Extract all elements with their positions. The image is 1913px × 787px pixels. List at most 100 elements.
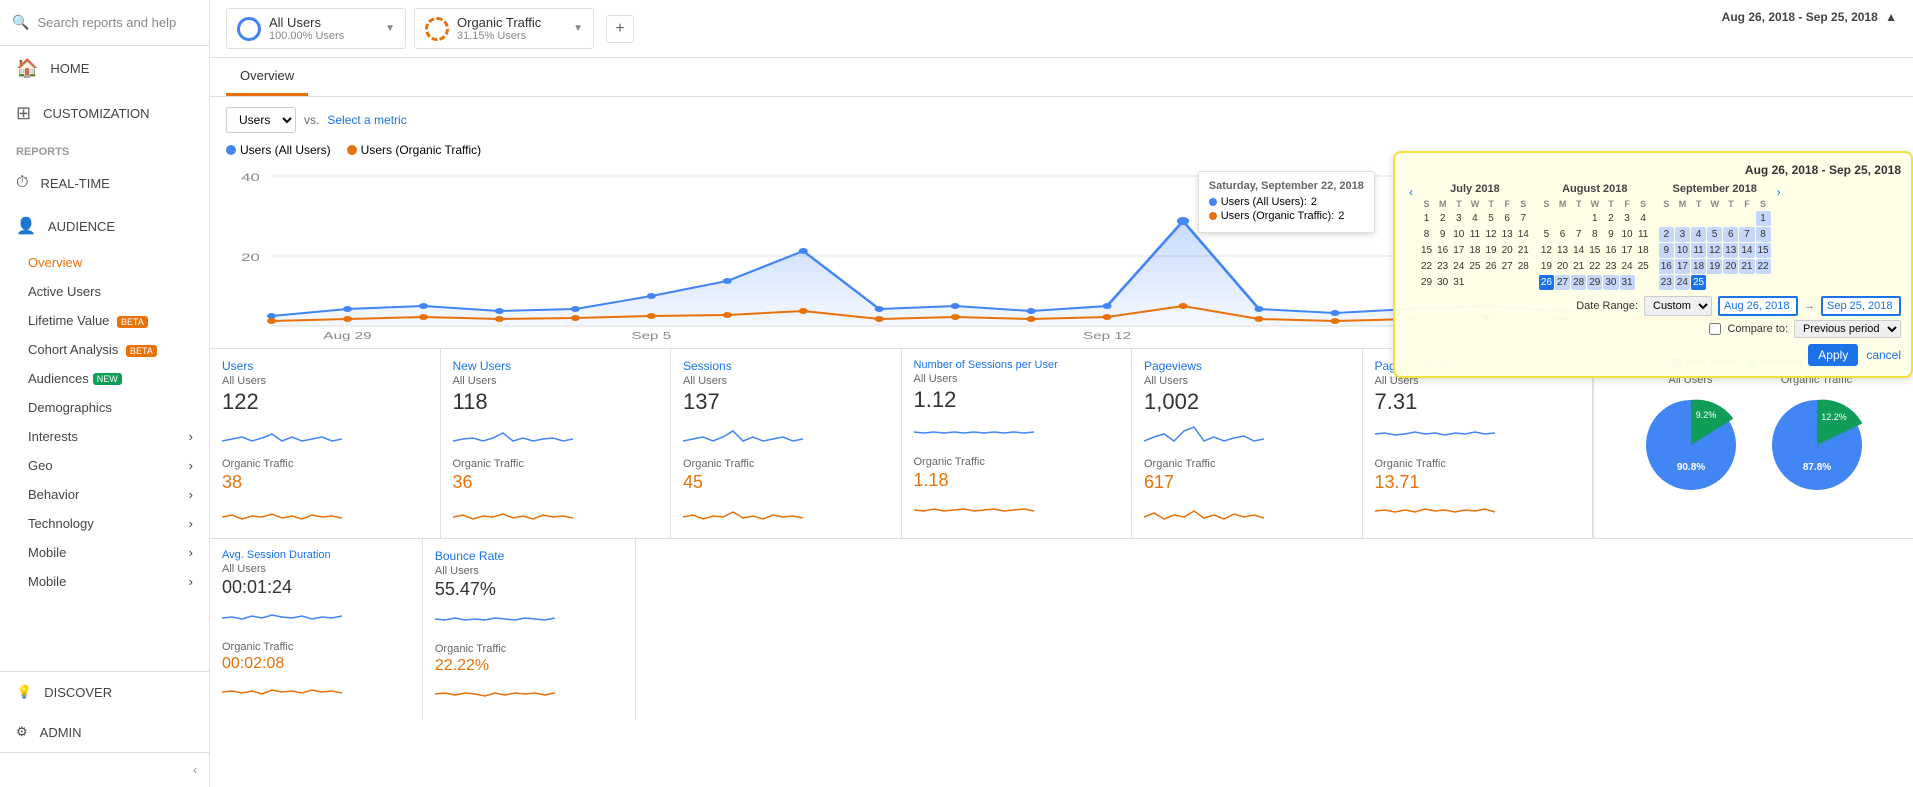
sidebar-item-active-users[interactable]: Active Users bbox=[0, 277, 209, 306]
tab-overview[interactable]: Overview bbox=[226, 58, 308, 96]
all-users-segment[interactable]: All Users 100.00% Users ▼ bbox=[226, 8, 406, 49]
sidebar-item-user-explorer[interactable]: Demographics bbox=[0, 393, 209, 422]
bounce-organic-sparkline bbox=[435, 679, 555, 707]
sidebar-item-behavior[interactable]: Technology › bbox=[0, 509, 209, 538]
all-users-name: All Users bbox=[269, 15, 344, 30]
bounce-all-sparkline bbox=[435, 604, 555, 634]
ps-all-sparkline bbox=[1375, 419, 1495, 449]
stat-sessions-per-user: Number of Sessions per User All Users 1.… bbox=[902, 349, 1133, 538]
cal-prev-button[interactable]: ‹ bbox=[1405, 183, 1417, 201]
sidebar-item-customization[interactable]: ⊞ CUSTOMIZATION bbox=[0, 91, 209, 136]
admin-label: ADMIN bbox=[40, 725, 82, 740]
legend-dot-orange bbox=[347, 145, 357, 155]
apply-row: Apply cancel bbox=[1405, 344, 1901, 366]
calendar-september: September 2018 SMTWTFS 1 2345678 9101112… bbox=[1659, 183, 1771, 290]
tooltip-value-2: 2 bbox=[1338, 210, 1344, 222]
stat-sessions: Sessions All Users 137 Organic Traffic 4… bbox=[671, 349, 902, 538]
new-users-all-value: 118 bbox=[453, 389, 659, 415]
sessions-label[interactable]: Sessions bbox=[683, 359, 889, 373]
chevron-right-icon: › bbox=[189, 516, 193, 531]
september-days: 1 2345678 9101112131415 16171819202122 2… bbox=[1659, 211, 1771, 290]
tooltip-row-1: Users (All Users): 2 bbox=[1209, 196, 1364, 208]
sidebar-item-lifetime-value[interactable]: Lifetime Value BETA bbox=[0, 306, 209, 335]
sidebar-item-discover[interactable]: 💡 DISCOVER bbox=[0, 671, 209, 712]
stat-pageviews: Pageviews All Users 1,002 Organic Traffi… bbox=[1132, 349, 1363, 538]
organic-traffic-sub: 31.15% Users bbox=[457, 30, 541, 42]
all-users-sub: 100.00% Users bbox=[269, 30, 344, 42]
reports-section-label: Reports bbox=[0, 136, 209, 162]
sidebar-item-technology[interactable]: Mobile › bbox=[0, 538, 209, 567]
cancel-link[interactable]: cancel bbox=[1866, 348, 1901, 362]
august-days: 1234 567891011 12131415161718 1920212223… bbox=[1539, 211, 1651, 290]
organic-traffic-segment[interactable]: Organic Traffic 31.15% Users ▼ bbox=[414, 8, 594, 49]
pageviews-label[interactable]: Pageviews bbox=[1144, 359, 1350, 373]
svg-text:87.8%: 87.8% bbox=[1802, 462, 1830, 473]
sessions-per-user-label[interactable]: Number of Sessions per User bbox=[914, 359, 1120, 371]
sidebar-item-realtime[interactable]: ⏱ REAL-TIME bbox=[0, 162, 209, 204]
avg-session-label[interactable]: Avg. Session Duration bbox=[222, 549, 410, 561]
avg-all-label: All Users bbox=[222, 563, 410, 575]
beta-badge-2: BETA bbox=[126, 345, 157, 357]
sidebar: 🔍 Search reports and help 🏠 HOME ⊞ CUSTO… bbox=[0, 0, 210, 787]
all-users-circle bbox=[237, 17, 261, 41]
cal-next-button[interactable]: › bbox=[1773, 183, 1785, 201]
content-area: Users vs. Select a metric Users (All Use… bbox=[210, 97, 1913, 787]
sessions-all-label: All Users bbox=[683, 375, 889, 387]
svg-text:Aug 29: Aug 29 bbox=[323, 330, 371, 341]
sidebar-item-interests[interactable]: Geo › bbox=[0, 451, 209, 480]
users-all-label: All Users bbox=[222, 375, 428, 387]
all-users-pie-wrap: All Users 90.8% 9.2% bbox=[1636, 374, 1746, 500]
sidebar-item-cohort-analysis[interactable]: Cohort Analysis BETA bbox=[0, 335, 209, 364]
dropdown-icon-2: ▼ bbox=[573, 23, 583, 34]
users-all-value: 122 bbox=[222, 389, 428, 415]
stat-users: Users All Users 122 Organic Traffic 38 bbox=[210, 349, 441, 538]
users-label[interactable]: Users bbox=[222, 359, 428, 373]
organic-traffic-pie-chart: 87.8% 12.2% bbox=[1762, 390, 1872, 500]
search-icon: 🔍 bbox=[12, 14, 29, 31]
sessions-organic-value: 45 bbox=[683, 472, 889, 493]
date-from-input[interactable] bbox=[1718, 296, 1798, 316]
collapse-icon: ‹ bbox=[193, 763, 197, 777]
date-to-input[interactable] bbox=[1821, 296, 1901, 316]
add-segment-button[interactable]: + bbox=[606, 15, 634, 43]
sidebar-item-geo[interactable]: Behavior › bbox=[0, 480, 209, 509]
sidebar-item-home[interactable]: 🏠 HOME bbox=[0, 46, 209, 91]
legend-dot-blue bbox=[226, 145, 236, 155]
sidebar-collapse-button[interactable]: ‹ bbox=[0, 752, 209, 787]
sessions-all-sparkline bbox=[683, 419, 803, 449]
search-bar[interactable]: 🔍 Search reports and help bbox=[0, 0, 209, 46]
date-range-type-label: Date Range: bbox=[1576, 300, 1638, 312]
august-header: August 2018 bbox=[1539, 183, 1651, 195]
date-range-display[interactable]: Aug 26, 2018 - Sep 25, 2018 ▲ bbox=[1722, 10, 1897, 24]
pie-charts-row: All Users 90.8% 9.2% bbox=[1636, 374, 1872, 500]
compare-checkbox[interactable] bbox=[1709, 323, 1721, 335]
vs-label: vs. bbox=[304, 113, 319, 127]
spu-all-value: 1.12 bbox=[914, 387, 1120, 413]
stat-new-users: New Users All Users 118 Organic Traffic … bbox=[441, 349, 672, 538]
dropdown-icon: ▼ bbox=[385, 23, 395, 34]
date-range-type-select[interactable]: Custom bbox=[1644, 296, 1712, 316]
pv-organic-sparkline bbox=[1144, 497, 1264, 525]
ps-organic-label: Organic Traffic bbox=[1375, 458, 1581, 470]
search-placeholder: Search reports and help bbox=[37, 15, 176, 30]
sidebar-item-audience[interactable]: 👤 AUDIENCE bbox=[0, 204, 209, 248]
sidebar-item-admin[interactable]: ⚙ ADMIN bbox=[0, 712, 209, 752]
sidebar-item-mobile[interactable]: Mobile › bbox=[0, 567, 209, 596]
organic-traffic-circle bbox=[425, 17, 449, 41]
sessions-organic-sparkline bbox=[683, 497, 803, 525]
select-metric-link[interactable]: Select a metric bbox=[327, 113, 406, 127]
compare-period-select[interactable]: Previous period bbox=[1794, 320, 1901, 338]
bounce-all-label: All Users bbox=[435, 565, 623, 577]
sidebar-item-audiences[interactable]: Audiences NEW bbox=[0, 364, 209, 393]
spu-all-sparkline bbox=[914, 417, 1034, 447]
bounce-rate-label[interactable]: Bounce Rate bbox=[435, 549, 623, 563]
new-badge: NEW bbox=[93, 373, 122, 385]
new-users-all-label: All Users bbox=[453, 375, 659, 387]
new-users-label[interactable]: New Users bbox=[453, 359, 659, 373]
sidebar-item-overview[interactable]: Overview bbox=[0, 248, 209, 277]
organic-traffic-info: Organic Traffic 31.15% Users bbox=[457, 15, 541, 42]
sidebar-item-demographics[interactable]: Interests › bbox=[0, 422, 209, 451]
apply-button[interactable]: Apply bbox=[1808, 344, 1858, 366]
bounce-all-value: 55.47% bbox=[435, 579, 623, 600]
metric-select[interactable]: Users bbox=[226, 107, 296, 133]
